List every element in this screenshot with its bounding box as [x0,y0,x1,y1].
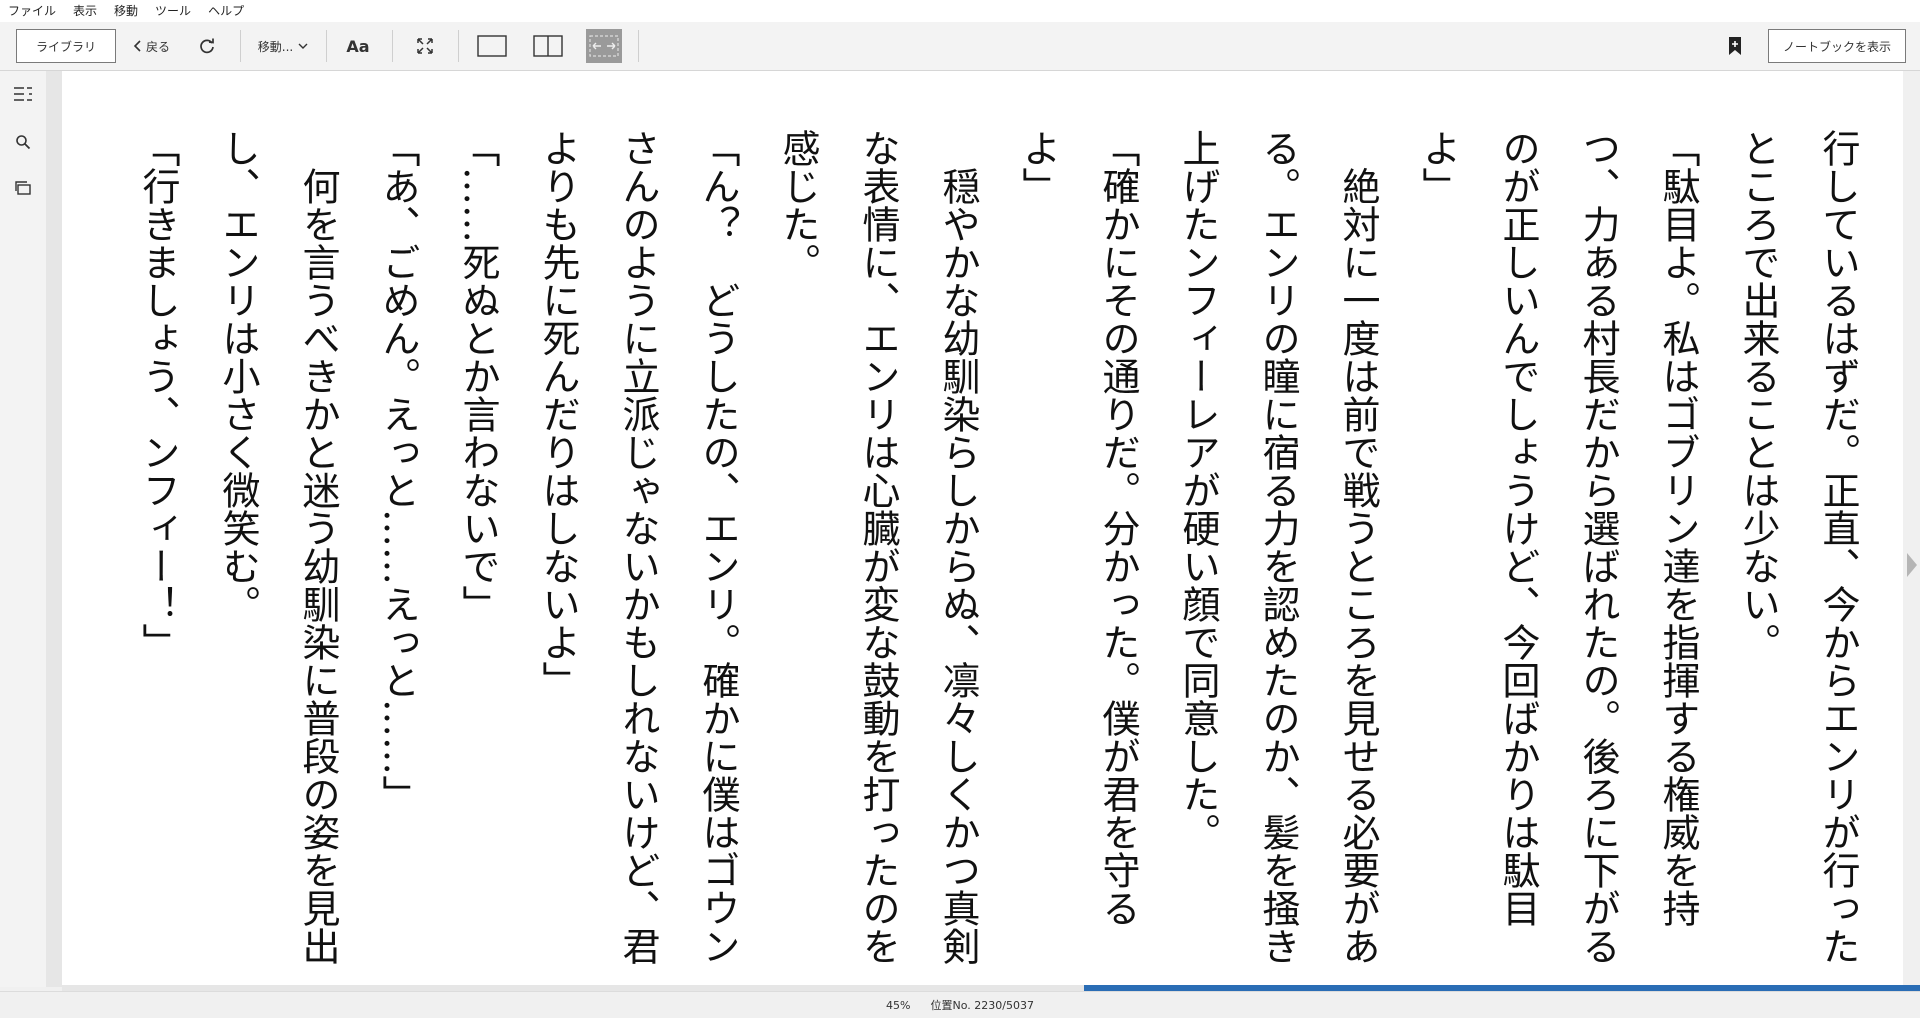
show-notebook-button[interactable]: ノートブックを表示 [1768,29,1906,63]
bookmark-add-icon [1728,36,1742,56]
left-sidebar [0,71,46,987]
single-column-button[interactable] [474,29,510,63]
goto-label: 移動... [257,39,294,54]
toolbar-separator [458,30,459,62]
next-page-button[interactable] [1904,550,1920,584]
back-label: 戻る [145,39,170,54]
table-of-contents-icon[interactable] [12,83,34,105]
chevron-left-icon [132,39,144,53]
toolbar-separator [392,30,393,62]
chevron-down-icon [298,42,308,50]
goto-dropdown[interactable]: 移動... [250,29,316,63]
fit-width-layout-icon [589,35,619,57]
text-paragraph: 絶対に一度は前で戦うところを見せる必要がある。エンリの瞳に宿る力を認めたのか、髪… [1176,129,1380,965]
single-column-layout-icon [477,35,507,57]
text-paragraph: 「行きましょう、ンフィー！」 [136,129,180,661]
location-indicator: 位置No. 2230/5037 [930,999,1034,1012]
next-page-arrow-icon [1906,552,1918,582]
menu-go[interactable]: 移動 [106,0,147,22]
two-column-button[interactable] [530,29,566,63]
fullscreen-button[interactable] [408,29,442,63]
refresh-icon [198,37,216,55]
menu-tools[interactable]: ツール [147,0,200,22]
refresh-button[interactable] [192,29,222,63]
menu-help[interactable]: ヘルプ [200,0,253,22]
text-paragraph: 何を言うべきかと迷う幼馴染に普段の姿を見出し、エンリは小さく微笑む。 [216,129,340,965]
flashcards-icon[interactable] [12,177,34,199]
back-button[interactable]: 戻る [126,29,176,63]
text-paragraph: 「駄目よ。私はゴブリン達を指揮する権威を持つ、力ある村長だから選ばれたの。後ろに… [1416,129,1700,965]
text-paragraph: 行しているはずだ。正直、今からエンリが行ったところで出来ることは少ない。 [1736,129,1860,965]
toolbar-separator [638,30,639,62]
fit-width-button[interactable] [586,29,622,63]
text-paragraph: 「……死ぬとか言わないで」 [456,129,500,623]
menu-bar: ファイル 表示 移動 ツール ヘルプ [0,0,1920,22]
font-settings-button[interactable]: Aa [340,29,376,63]
menu-file[interactable]: ファイル [0,0,65,22]
menu-view[interactable]: 表示 [65,0,106,22]
text-paragraph: 穏やかな幼馴染らしからぬ、凛々しくかつ真剣な表情に、エンリは心臓が変な鼓動を打っ… [776,129,980,965]
toolbar-separator [240,30,241,62]
add-bookmark-button[interactable] [1720,29,1750,63]
toolbar: ライブラリ 戻る 移動... Aa ノートブックを表示 [0,22,1920,71]
page-gutter [46,71,62,987]
book-text: 行しているはずだ。正直、今からエンリが行ったところで出来ることは少ない。 「駄目よ… [118,129,1878,969]
text-paragraph: 「あ、ごめん。えっと……えっと……」 [376,129,420,813]
toolbar-separator [326,30,327,62]
search-icon[interactable] [12,131,34,153]
text-paragraph: 「確かにその通りだ。分かった。僕が君を守るよ」 [1016,129,1140,927]
reading-page[interactable]: 行しているはずだ。正直、今からエンリが行ったところで出来ることは少ない。 「駄目よ… [62,71,1903,985]
status-bar: 45% 位置No. 2230/5037 [0,991,1920,1018]
library-button[interactable]: ライブラリ [16,29,116,63]
progress-percent: 45% [886,998,911,1012]
text-paragraph: 「ん？ どうしたの、エンリ。確かに僕はゴウンさんのように立派じゃないかもしれない… [536,129,740,965]
fullscreen-icon [416,37,434,55]
two-column-layout-icon [533,35,563,57]
